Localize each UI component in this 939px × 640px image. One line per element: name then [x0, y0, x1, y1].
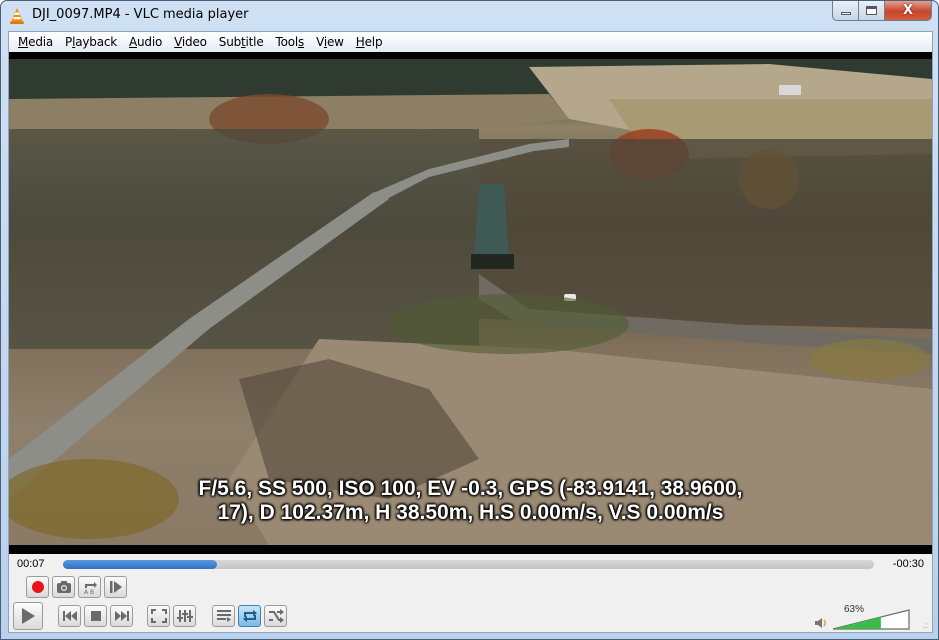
menu-playback[interactable]: Playback — [59, 32, 123, 52]
video-scene-image — [9, 59, 932, 545]
menu-tools[interactable]: Tools — [270, 32, 311, 52]
menu-subtitle[interactable]: Subtitle — [213, 32, 270, 52]
ab-loop-icon: A B — [84, 582, 97, 595]
close-icon: X — [902, 3, 914, 18]
maximize-button[interactable] — [859, 1, 885, 21]
stop-button[interactable] — [84, 605, 107, 627]
ab-loop-button[interactable]: A B — [78, 576, 101, 598]
maximize-icon — [866, 6, 877, 15]
subtitle-line-2: 17), D 102.37m, H 38.50m, H.S 0.00m/s, V… — [217, 501, 724, 524]
window-controls: X — [832, 1, 932, 21]
fullscreen-icon — [150, 609, 167, 623]
camera-icon — [56, 581, 71, 593]
minimize-icon — [840, 11, 851, 15]
close-button[interactable]: X — [885, 1, 932, 21]
loop-icon — [242, 610, 257, 622]
minimize-button[interactable] — [832, 1, 859, 21]
resize-grip-icon[interactable]: .:: — [922, 622, 929, 630]
play-button[interactable] — [13, 602, 43, 630]
video-display[interactable]: F/5.6, SS 500, ISO 100, EV -0.3, GPS (-8… — [9, 52, 932, 554]
volume-control: 63% — [814, 604, 914, 632]
window-title: DJI_0097.MP4 - VLC media player — [32, 7, 249, 22]
video-frame: F/5.6, SS 500, ISO 100, EV -0.3, GPS (-8… — [9, 59, 932, 545]
volume-level-fill — [833, 617, 881, 629]
shuffle-icon — [268, 609, 284, 623]
svg-text:A B: A B — [84, 589, 94, 595]
record-button[interactable] — [26, 576, 49, 598]
vlc-client-area: Media Playback Audio Video Subtitle Tool… — [8, 31, 933, 633]
speaker-icon[interactable] — [814, 617, 828, 629]
snapshot-button[interactable] — [52, 576, 75, 598]
elapsed-time: 00:07 — [17, 558, 45, 570]
playlist-icon — [216, 610, 231, 622]
stop-icon — [90, 611, 101, 621]
menu-bar: Media Playback Audio Video Subtitle Tool… — [9, 32, 932, 52]
menu-media[interactable]: Media — [12, 32, 59, 52]
record-icon — [31, 581, 44, 593]
title-bar[interactable]: DJI_0097.MP4 - VLC media player X — [1, 1, 938, 31]
frame-by-frame-button[interactable] — [104, 576, 127, 598]
random-button[interactable] — [264, 605, 287, 627]
skip-back-icon — [62, 611, 77, 621]
menu-view[interactable]: View — [310, 32, 350, 52]
seek-slider[interactable] — [63, 560, 874, 569]
volume-slider[interactable] — [832, 609, 910, 630]
fullscreen-button[interactable] — [147, 605, 170, 627]
subtitle-line-1: F/5.6, SS 500, ISO 100, EV -0.3, GPS (-8… — [198, 477, 743, 500]
menu-video[interactable]: Video — [168, 32, 213, 52]
playlist-button[interactable] — [212, 605, 235, 627]
next-button[interactable] — [110, 605, 133, 627]
skip-forward-icon — [114, 611, 129, 621]
remaining-time[interactable]: -00:30 — [893, 558, 924, 570]
seek-row: 00:07 -00:30 — [9, 557, 932, 573]
loop-button[interactable] — [238, 605, 261, 627]
menu-audio[interactable]: Audio — [123, 32, 168, 52]
vlc-window: DJI_0097.MP4 - VLC media player X Media … — [0, 0, 939, 640]
frame-step-icon — [109, 581, 122, 593]
extended-settings-button[interactable] — [173, 605, 196, 627]
previous-button[interactable] — [58, 605, 81, 627]
vlc-cone-icon — [10, 8, 24, 24]
menu-help[interactable]: Help — [350, 32, 389, 52]
equalizer-icon — [176, 610, 193, 622]
seek-progress-fill — [63, 560, 218, 569]
play-icon — [22, 608, 35, 624]
subtitle-overlay: F/5.6, SS 500, ISO 100, EV -0.3, GPS (-8… — [9, 477, 932, 525]
